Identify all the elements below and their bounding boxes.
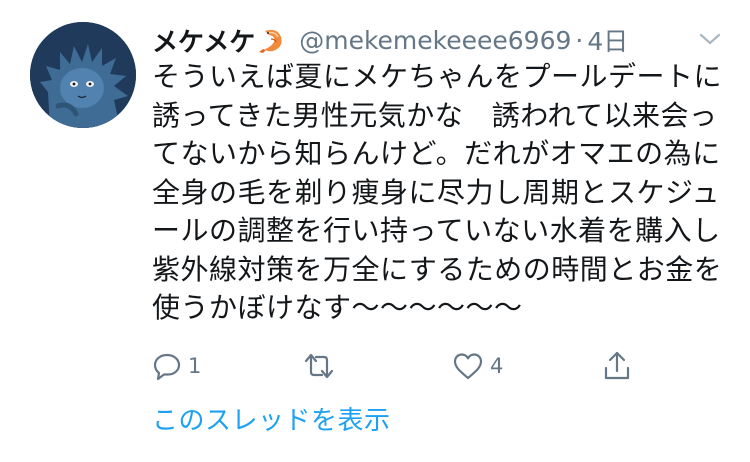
tweet-text-line: 使うかぼけなす〜〜〜〜〜〜 <box>152 291 523 324</box>
shrimp-emoji-icon <box>257 25 287 55</box>
tweet-actions: 1 4 <box>152 346 652 386</box>
tweet-time[interactable]: 4日 <box>587 22 628 58</box>
tweet-text: そういえば夏にメケちゃんをプールデートに 誘ってきた男性元気かな 誘われて以来会… <box>152 58 732 328</box>
heart-icon <box>452 351 484 381</box>
show-thread-link[interactable]: このスレッドを表示 <box>152 400 391 437</box>
tweet-header: メケメケ @mekemekeeee6969 · 4日 <box>152 18 722 62</box>
tweet-text-line: 全身の毛を剃り痩身に尽力し周期とスケジュ <box>152 175 721 209</box>
display-name[interactable]: メケメケ <box>152 22 255 59</box>
tweet-text-line: てないから知らんけど。だれがオマエの為に <box>152 137 721 170</box>
chevron-down-icon[interactable] <box>698 30 722 48</box>
reply-count: 1 <box>188 354 202 378</box>
tweet-text-line: ールの調整を行い持っていない水着を購入し <box>152 214 721 247</box>
avatar[interactable] <box>30 22 136 128</box>
separator-dot: · <box>575 25 584 55</box>
reply-icon <box>152 351 182 381</box>
tweet-text-line: 誘ってきた男性元気かな 誘われて以来会っ <box>152 98 718 132</box>
tweet-text-line: 紫外線対策を万全にするための時間とお金を <box>152 252 723 286</box>
blue-cat-avatar-icon <box>30 22 136 128</box>
like-count: 4 <box>490 354 504 378</box>
retweet-icon <box>302 351 336 381</box>
like-button[interactable]: 4 <box>452 346 503 386</box>
retweet-button[interactable] <box>302 346 342 386</box>
author-handle[interactable]: @mekemekeeee6969 <box>299 26 571 55</box>
share-icon <box>602 350 632 382</box>
tweet-text-line: そういえば夏にメケちゃんをプールデートに <box>152 60 723 93</box>
share-button[interactable] <box>602 346 632 386</box>
reply-button[interactable]: 1 <box>152 346 201 386</box>
